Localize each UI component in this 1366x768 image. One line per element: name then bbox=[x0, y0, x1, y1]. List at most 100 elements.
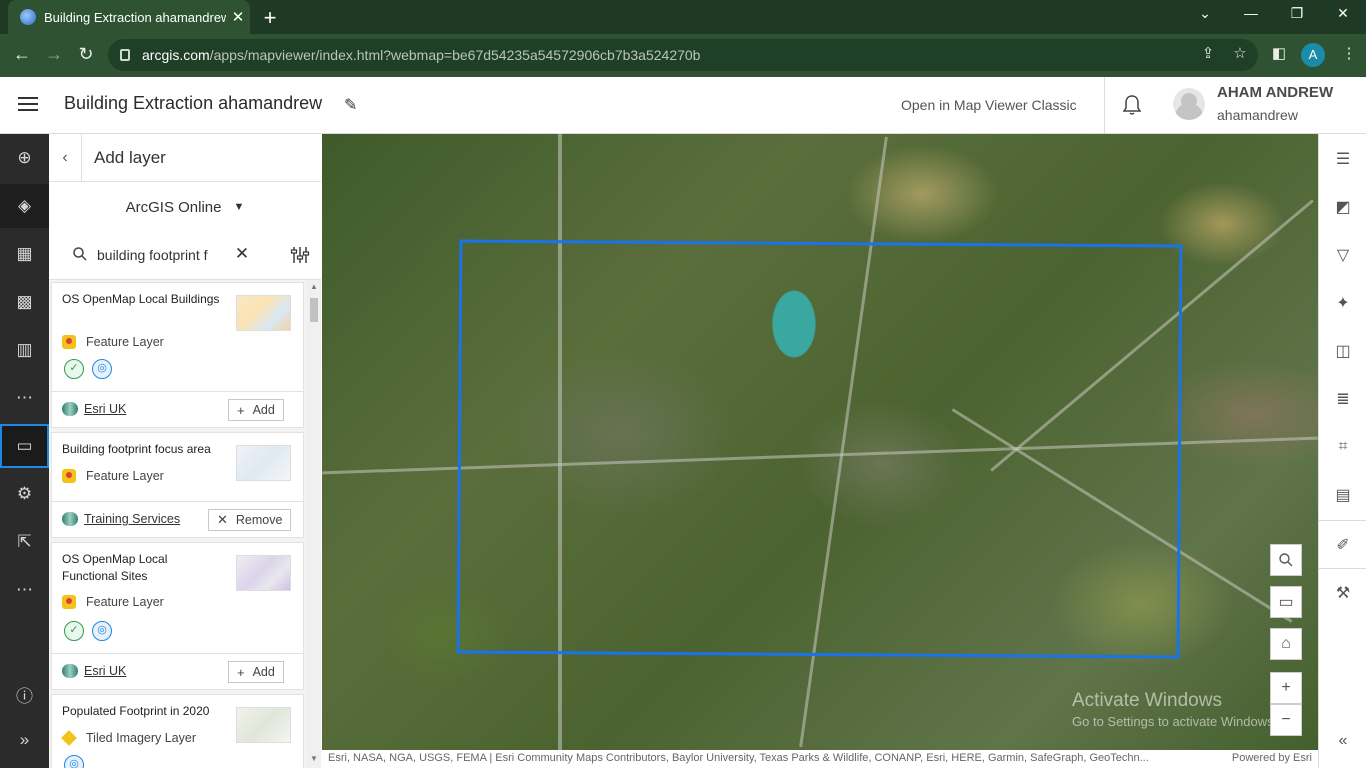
analysis-icon[interactable]: ▤ bbox=[1319, 472, 1366, 518]
result-thumbnail bbox=[236, 295, 291, 331]
screen-display-button[interactable]: ▭ bbox=[1270, 586, 1302, 618]
browser-tab-strip: Building Extraction ahamandrew ✕ + ⌄ — ❐… bbox=[0, 0, 1366, 34]
share-icon[interactable]: ⇪ bbox=[1196, 44, 1220, 62]
owner-icon bbox=[62, 402, 78, 416]
result-type-label: Feature Layer bbox=[86, 335, 164, 349]
right-toolbar: ☰ ◩ ▽ ✦ ◫ ≣ ⌗ ▤ ✐ ⚒ « bbox=[1318, 134, 1366, 768]
result-title: OS OpenMap Local Buildings bbox=[62, 292, 220, 306]
fields-icon[interactable]: ≣ bbox=[1319, 376, 1366, 422]
browser-menu-icon[interactable]: ⋮ bbox=[1337, 44, 1361, 62]
user-login: ahamandrew bbox=[1217, 107, 1298, 123]
owner-link[interactable]: Training Services bbox=[62, 512, 180, 526]
plus-icon: + bbox=[1281, 679, 1291, 696]
home-icon: ⌂ bbox=[1281, 635, 1291, 652]
expand-icon[interactable]: » bbox=[0, 718, 49, 762]
charts-icon[interactable]: ▥ bbox=[0, 328, 49, 372]
owner-link[interactable]: Esri UK bbox=[62, 664, 126, 678]
filter-icon[interactable]: ▽ bbox=[1319, 232, 1366, 278]
result-title: Building footprint focus area bbox=[62, 442, 211, 456]
styles-icon[interactable]: ◩ bbox=[1319, 184, 1366, 230]
more-icon[interactable]: ⋯ bbox=[0, 376, 49, 420]
settings-icon[interactable]: ⚙ bbox=[0, 472, 49, 516]
source-dropdown[interactable]: ArcGIS Online ▼ bbox=[49, 182, 321, 232]
share-icon[interactable]: ⇱ bbox=[0, 520, 49, 564]
powered-by[interactable]: Powered by Esri bbox=[1232, 750, 1312, 766]
owner-link[interactable]: Esri UK bbox=[62, 402, 126, 416]
extraction-extent-rectangle bbox=[456, 239, 1183, 659]
notification-bell-icon[interactable] bbox=[1122, 94, 1142, 116]
search-map-button[interactable] bbox=[1270, 544, 1302, 576]
basemap-icon[interactable]: ▩ bbox=[0, 280, 49, 324]
result-title: OS OpenMap Local Functional Sites bbox=[62, 552, 168, 583]
result-footer: Esri UK + Add bbox=[51, 392, 304, 428]
result-type: Feature Layer bbox=[62, 469, 164, 483]
url-field[interactable]: arcgis.com/apps/mapviewer/index.html?web… bbox=[108, 39, 1258, 71]
attribution-text[interactable]: Esri, NASA, NGA, USGS, FEMA | Esri Commu… bbox=[328, 750, 1208, 766]
add-icon[interactable]: ⊕ bbox=[0, 136, 49, 180]
close-window-button[interactable]: ✕ bbox=[1328, 5, 1358, 22]
header-divider bbox=[1104, 77, 1105, 134]
layers-icon[interactable]: ◈ bbox=[0, 184, 49, 228]
sketch-icon[interactable]: ✐ bbox=[1319, 522, 1366, 568]
labels-icon[interactable]: ⌗ bbox=[1319, 424, 1366, 470]
activate-windows-subtitle: Go to Settings to activate Windows. bbox=[1072, 714, 1278, 729]
maximize-button[interactable]: ❐ bbox=[1282, 5, 1312, 22]
open-classic-link[interactable]: Open in Map Viewer Classic bbox=[901, 97, 1077, 113]
result-type-label: Tiled Imagery Layer bbox=[86, 731, 196, 745]
zoom-in-button[interactable]: + bbox=[1270, 672, 1302, 704]
back-icon[interactable]: ← bbox=[10, 44, 34, 65]
back-chevron-icon[interactable]: ‹ bbox=[49, 134, 82, 182]
filter-icon[interactable] bbox=[289, 244, 311, 266]
side-panel-icon[interactable]: ◧ bbox=[1267, 44, 1291, 62]
remove-button[interactable]: ✕ Remove bbox=[208, 509, 292, 531]
properties-icon[interactable]: ☰ bbox=[1319, 136, 1366, 182]
search-input[interactable] bbox=[97, 244, 217, 266]
profile-avatar[interactable]: A bbox=[1301, 43, 1325, 67]
add-button[interactable]: + Add bbox=[228, 661, 284, 683]
bookmark-star-icon[interactable]: ☆ bbox=[1228, 44, 1252, 62]
menu-icon[interactable] bbox=[18, 97, 38, 111]
close-icon: ✕ bbox=[217, 512, 228, 527]
plus-icon: + bbox=[237, 664, 245, 680]
scroll-thumb[interactable] bbox=[310, 298, 318, 322]
result-type: Tiled Imagery Layer bbox=[61, 730, 196, 746]
forward-icon[interactable]: → bbox=[42, 44, 66, 65]
user-name[interactable]: AHAM ANDREW bbox=[1217, 84, 1333, 101]
info-icon[interactable]: ⓘ bbox=[0, 672, 49, 716]
result-footer: Training Services ✕ Remove bbox=[51, 502, 304, 538]
result-card[interactable]: OS OpenMap Local Buildings Feature Layer… bbox=[51, 282, 304, 392]
add-button[interactable]: + Add bbox=[228, 399, 284, 421]
edit-pencil-icon[interactable]: ✎ bbox=[344, 95, 357, 115]
table-icon[interactable]: ▦ bbox=[0, 232, 49, 276]
clear-search-icon[interactable]: ✕ bbox=[232, 244, 252, 264]
result-card[interactable]: OS OpenMap Local Functional Sites Featur… bbox=[51, 542, 304, 654]
browser-tab[interactable]: Building Extraction ahamandrew ✕ bbox=[8, 0, 250, 34]
result-card[interactable]: Populated Footprint in 2020 Tiled Imager… bbox=[51, 694, 304, 768]
home-button[interactable]: ⌂ bbox=[1270, 628, 1302, 660]
tab-close-icon[interactable]: ✕ bbox=[226, 8, 250, 26]
tab-search-icon[interactable]: ⌄ bbox=[1190, 5, 1220, 22]
result-title: Populated Footprint in 2020 bbox=[62, 704, 210, 718]
collapse-icon[interactable]: « bbox=[1319, 718, 1366, 764]
minimize-button[interactable]: — bbox=[1236, 5, 1266, 21]
zoom-out-button[interactable]: − bbox=[1270, 704, 1302, 736]
wrench-icon[interactable]: ⚒ bbox=[1319, 570, 1366, 616]
reload-icon[interactable]: ↻ bbox=[74, 44, 98, 65]
new-tab-button[interactable]: + bbox=[258, 5, 282, 31]
user-avatar[interactable] bbox=[1173, 88, 1205, 120]
more-icon[interactable]: ⋯ bbox=[0, 568, 49, 612]
search-icon bbox=[1279, 553, 1293, 567]
result-type: Feature Layer bbox=[62, 335, 164, 349]
toolbar-divider bbox=[1319, 568, 1366, 569]
result-card[interactable]: Building footprint focus area Feature La… bbox=[51, 432, 304, 502]
feature-layer-icon bbox=[62, 469, 76, 483]
folder-icon[interactable]: ▭ bbox=[0, 424, 49, 468]
results-scrollbar[interactable]: ▲ ▼ bbox=[307, 280, 321, 768]
map-view[interactable]: Activate Windows Go to Settings to activ… bbox=[322, 134, 1318, 750]
source-label: ArcGIS Online bbox=[125, 198, 222, 216]
remove-button-label: Remove bbox=[235, 513, 283, 527]
scroll-up-icon[interactable]: ▲ bbox=[310, 282, 318, 291]
effects-icon[interactable]: ✦ bbox=[1319, 280, 1366, 326]
popups-icon[interactable]: ◫ bbox=[1319, 328, 1366, 374]
scroll-down-icon[interactable]: ▼ bbox=[310, 754, 318, 763]
